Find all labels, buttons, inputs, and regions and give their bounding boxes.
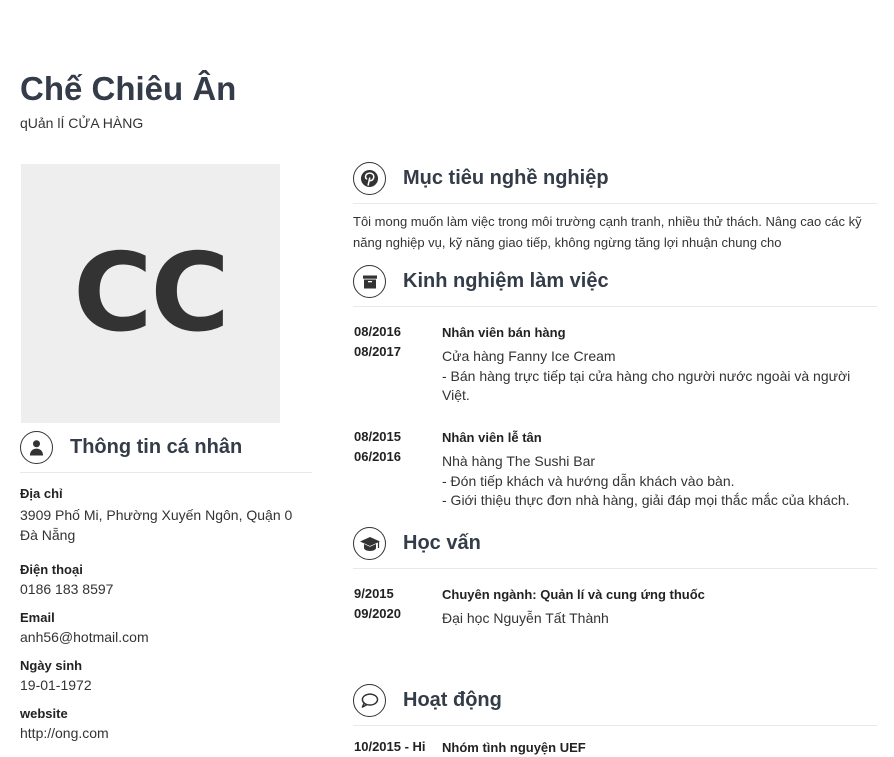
birthday-label: Ngày sinh (20, 658, 83, 673)
experience-section-title: Kinh nghiệm làm việc (403, 270, 609, 292)
user-icon (20, 431, 53, 464)
job-title: qUản lÍ CỬA HÀNG (20, 115, 144, 131)
education-start-date: 9/2015 (354, 586, 394, 601)
experience-section-header: Kinh nghiệm làm việc (353, 265, 609, 298)
education-school: Đại học Nguyễn Tất Thành (442, 610, 609, 626)
address-line2: Đà Nẵng (20, 527, 76, 543)
experience-position: Nhân viên bán hàng (442, 325, 566, 340)
divider (353, 306, 877, 307)
experience-company: Cửa hàng Fanny Ice Cream (442, 348, 616, 364)
archive-box-icon (353, 265, 386, 298)
email-label: Email (20, 610, 55, 625)
avatar: CC (21, 164, 280, 423)
experience-end-date: 08/2017 (354, 344, 401, 359)
website-value: http://ong.com (20, 725, 109, 741)
address-label: Địa chỉ (20, 486, 63, 501)
experience-details: - Bán hàng trực tiếp tại cửa hàng cho ng… (442, 368, 851, 403)
speech-bubble-icon (353, 684, 386, 717)
education-section-header: Học vấn (353, 527, 481, 560)
activity-date: 10/2015 - Hi (354, 739, 426, 754)
graduation-cap-icon (353, 527, 386, 560)
activities-section-header: Hoạt động (353, 684, 502, 717)
experience-start-date: 08/2016 (354, 324, 401, 339)
divider (353, 725, 877, 726)
experience-company: Nhà hàng The Sushi Bar (442, 453, 596, 469)
experience-details: - Giới thiệu thực đơn nhà hàng, giải đáp… (442, 492, 850, 508)
divider (353, 203, 877, 204)
divider (353, 568, 877, 569)
experience-position: Nhân viên lễ tân (442, 430, 542, 445)
website-label: website (20, 706, 68, 721)
education-end-date: 09/2020 (354, 606, 401, 621)
divider (20, 472, 312, 473)
activity-name: Nhóm tình nguyện UEF (442, 740, 586, 755)
education-major: Chuyên ngành: Quản lí và cung ứng thuốc (442, 587, 705, 602)
objective-section-header: Mục tiêu nghề nghiệp (353, 162, 609, 195)
experience-end-date: 06/2016 (354, 449, 401, 464)
candidate-name: Chế Chiêu Ân (20, 70, 237, 107)
phone-value: 0186 183 8597 (20, 581, 114, 597)
activities-section-title: Hoạt động (403, 689, 502, 711)
objective-section-title: Mục tiêu nghề nghiệp (403, 167, 609, 189)
objective-text: Tôi mong muốn làm việc trong môi trường … (353, 214, 862, 250)
phone-label: Điện thoại (20, 562, 83, 577)
experience-start-date: 08/2015 (354, 429, 401, 444)
experience-details: - Đón tiếp khách và hướng dẫn khách vào … (442, 473, 735, 489)
address-line1: 3909 Phố Mi, Phường Xuyến Ngôn, Quận 0 (20, 507, 293, 523)
education-section-title: Học vấn (403, 532, 481, 554)
pinterest-icon (353, 162, 386, 195)
birthday-value: 19-01-1972 (20, 677, 92, 693)
personal-section-title: Thông tin cá nhân (70, 436, 243, 458)
email-value: anh56@hotmail.com (20, 629, 149, 645)
personal-section-header: Thông tin cá nhân (20, 431, 242, 464)
